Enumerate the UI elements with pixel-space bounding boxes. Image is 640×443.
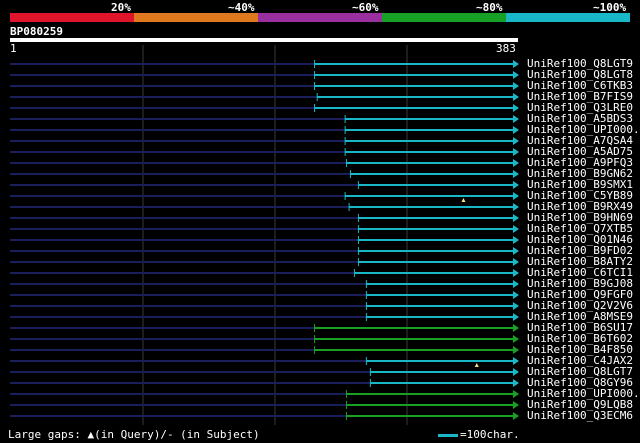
hit-end-arrow — [513, 368, 519, 376]
hit-end-arrow — [513, 82, 519, 90]
hit-end-arrow — [513, 170, 519, 178]
hit-end-arrow — [513, 291, 519, 299]
hit-end-arrow — [513, 159, 519, 167]
hit-end-arrow — [513, 390, 519, 398]
hit-end-arrow — [513, 71, 519, 79]
hit-label[interactable]: UniRef100_Q3ECM6 — [527, 410, 633, 421]
hit-end-arrow — [513, 335, 519, 343]
hit-end-arrow — [513, 412, 519, 420]
hit-end-arrow — [513, 137, 519, 145]
hit-end-arrow — [513, 313, 519, 321]
hit-end-arrow — [513, 104, 519, 112]
hit-end-arrow — [513, 258, 519, 266]
hit-end-arrow — [513, 203, 519, 211]
hit-end-arrow — [513, 280, 519, 288]
hit-end-arrow — [513, 357, 519, 365]
hit-end-arrow — [513, 214, 519, 222]
hit-end-arrow — [513, 236, 519, 244]
hit-end-arrow — [513, 93, 519, 101]
hit-end-arrow — [513, 225, 519, 233]
hit-end-arrow — [513, 401, 519, 409]
hit-end-arrow — [513, 126, 519, 134]
gaps-legend: Large gaps: ▲(in Query)/- (in Subject) — [8, 428, 260, 441]
scale-label: =100char. — [460, 428, 520, 441]
hit-end-arrow — [513, 302, 519, 310]
hit-end-arrow — [513, 269, 519, 277]
hit-end-arrow — [513, 247, 519, 255]
hit-end-arrow — [513, 346, 519, 354]
hit-end-arrow — [513, 115, 519, 123]
query-gap-marker — [474, 363, 479, 367]
hit-end-arrow — [513, 192, 519, 200]
scale-bar — [438, 434, 458, 437]
query-gap-marker — [461, 198, 466, 202]
hit-end-arrow — [513, 60, 519, 68]
hit-end-arrow — [513, 181, 519, 189]
hit-end-arrow — [513, 379, 519, 387]
hit-end-arrow — [513, 324, 519, 332]
hit-end-arrow — [513, 148, 519, 156]
